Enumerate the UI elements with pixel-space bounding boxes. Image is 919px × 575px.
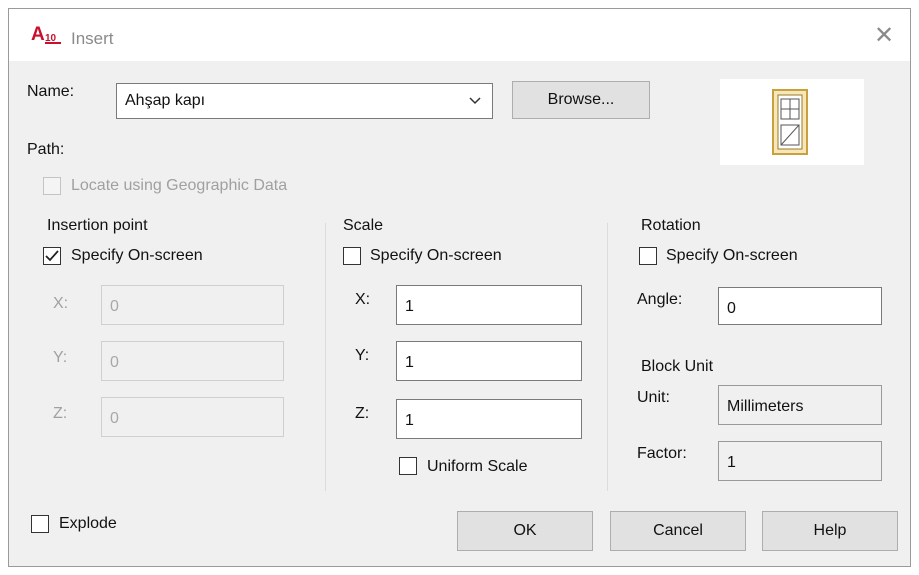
scale-z-label: Z:	[355, 405, 370, 422]
scale-y-field[interactable]: 1	[396, 341, 582, 381]
uniform-scale-checkbox[interactable]	[399, 457, 417, 475]
name-value: Ahşap kapı	[125, 92, 206, 109]
insertion-specify-checkbox[interactable]	[43, 247, 61, 265]
scale-x-label: X:	[355, 291, 371, 308]
block-unit-title: Block Unit	[641, 358, 714, 375]
scale-y-label: Y:	[355, 347, 370, 364]
scale-specify-checkbox[interactable]	[343, 247, 361, 265]
explode-label: Explode	[59, 515, 117, 532]
cancel-button[interactable]: Cancel	[610, 511, 746, 551]
unit-label: Unit:	[637, 389, 670, 406]
autocad-app-icon: A 10	[31, 23, 65, 45]
insertion-x-label: X:	[53, 295, 69, 312]
insertion-x-field[interactable]: 0	[101, 285, 284, 325]
explode-checkbox[interactable]	[31, 515, 49, 533]
title-bar: A 10 Insert ✕	[9, 9, 910, 61]
scale-z-field[interactable]: 1	[396, 399, 582, 439]
browse-button[interactable]: Browse...	[512, 81, 650, 119]
insertion-specify-label: Specify On-screen	[71, 247, 203, 264]
scale-title: Scale	[343, 217, 384, 234]
insertion-z-label: Z:	[53, 405, 68, 422]
factor-field: 1	[718, 441, 882, 481]
insertion-z-field[interactable]: 0	[101, 397, 284, 437]
block-preview	[720, 79, 864, 165]
help-button[interactable]: Help	[762, 511, 898, 551]
insertion-y-field[interactable]: 0	[101, 341, 284, 381]
ok-button[interactable]: OK	[457, 511, 593, 551]
insert-dialog: A 10 Insert ✕ Name: Ahşap kapı Browse...…	[8, 8, 911, 567]
rotation-specify-checkbox[interactable]	[639, 247, 657, 265]
insertion-y-label: Y:	[53, 349, 68, 366]
angle-field[interactable]: 0	[718, 287, 882, 325]
factor-label: Factor:	[637, 445, 687, 462]
angle-label: Angle:	[637, 291, 683, 308]
group-divider	[607, 223, 608, 491]
rotation-title: Rotation	[641, 217, 701, 234]
group-divider	[325, 223, 326, 491]
scale-specify-label: Specify On-screen	[370, 247, 502, 264]
insertion-point-title: Insertion point	[47, 217, 148, 234]
unit-field: Millimeters	[718, 385, 882, 425]
svg-text:A: A	[31, 24, 45, 45]
geo-data-label: Locate using Geographic Data	[71, 177, 288, 194]
chevron-down-icon[interactable]	[468, 94, 482, 108]
rotation-specify-label: Specify On-screen	[666, 247, 798, 264]
close-icon[interactable]: ✕	[872, 23, 896, 47]
name-combobox[interactable]: Ahşap kapı	[116, 83, 493, 119]
uniform-scale-label: Uniform Scale	[427, 458, 528, 475]
checkmark-icon	[45, 250, 59, 262]
geo-data-checkbox[interactable]	[43, 177, 61, 195]
door-preview-icon	[772, 89, 808, 155]
path-label: Path:	[27, 141, 65, 158]
window-title: Insert	[71, 29, 114, 48]
name-label: Name:	[27, 83, 75, 100]
scale-x-field[interactable]: 1	[396, 285, 582, 325]
